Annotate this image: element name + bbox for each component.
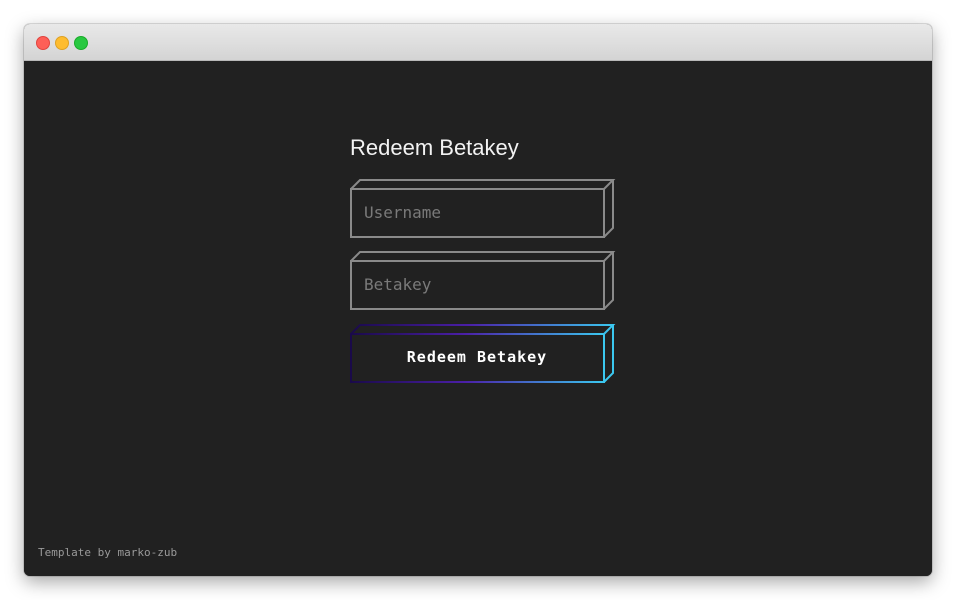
- maximize-window-button[interactable]: [74, 36, 88, 50]
- browser-window: Redeem Betakey Username Betakey Redeem B…: [24, 24, 932, 576]
- page-content: Redeem Betakey Username Betakey Redeem B…: [24, 61, 932, 576]
- close-window-button[interactable]: [36, 36, 50, 50]
- redeem-betakey-button[interactable]: Redeem Betakey: [352, 335, 602, 379]
- betakey-field-box: [350, 251, 616, 311]
- betakey-input[interactable]: [352, 262, 602, 306]
- username-input[interactable]: [352, 190, 602, 234]
- title-bar: [24, 24, 932, 61]
- minimize-window-button[interactable]: [55, 36, 69, 50]
- form-title: Redeem Betakey: [350, 135, 519, 160]
- footer-credit: Template by marko-zub: [38, 546, 178, 559]
- redeem-button-box: Redeem Betakey: [350, 324, 616, 384]
- username-field-box: [350, 179, 616, 239]
